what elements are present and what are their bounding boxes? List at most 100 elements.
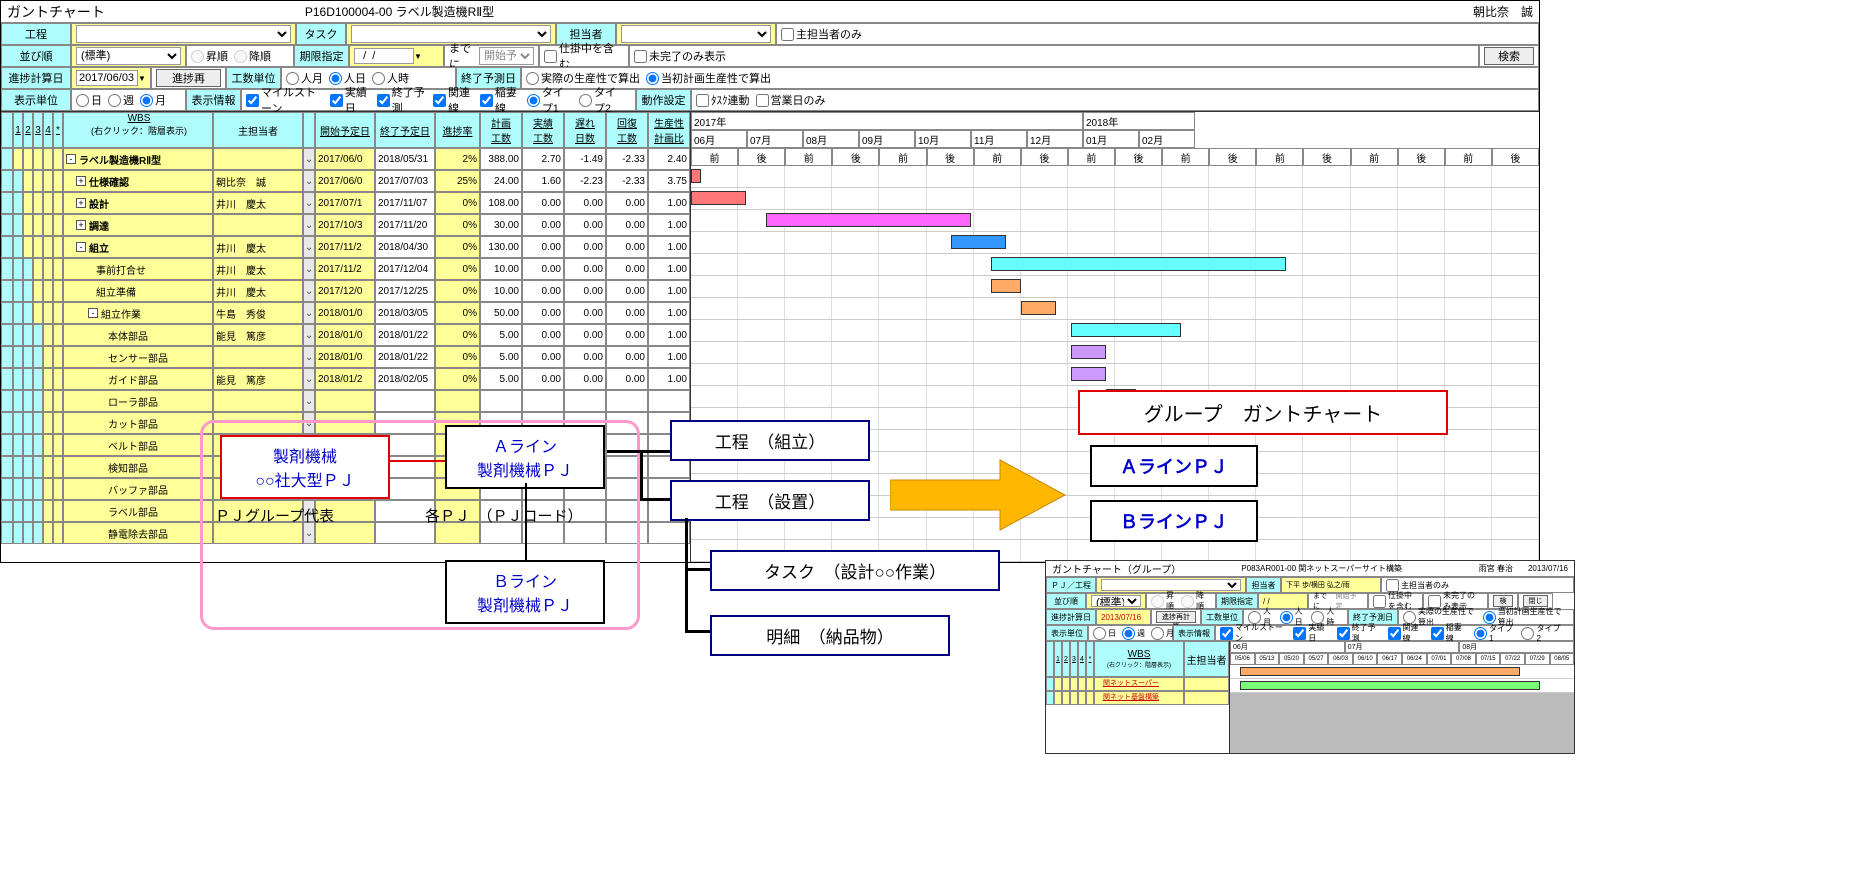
dropdown-icon[interactable]: ⌄ [303, 302, 315, 324]
tree-toggle-icon[interactable]: - [88, 308, 98, 318]
wbs-header-link[interactable]: WBS [128, 113, 151, 124]
table-row[interactable]: ローラ部品⌄ [1, 390, 690, 412]
table-row[interactable]: -組立井川 慶太⌄2017/11/22018/04/300%130.000.00… [1, 236, 690, 258]
radio-desc[interactable]: 降順 [234, 48, 271, 64]
group-gantt-label: グループ ガントチャート [1078, 390, 1448, 435]
gantt-bar[interactable] [691, 169, 701, 183]
radio-asc[interactable]: 昇順 [191, 48, 228, 64]
input-shincho-date[interactable] [76, 70, 138, 86]
dropdown-icon[interactable]: ⌄ [303, 236, 315, 258]
box-group-rep: 製剤機械 ○○社大型ＰＪ [220, 435, 390, 499]
dropdown-icon[interactable]: ⌄ [303, 192, 315, 214]
dropdown-icon[interactable]: ⌄ [303, 214, 315, 236]
col-tanto: 主担当者 [213, 112, 303, 148]
mini-table-row[interactable]: 関ネット基盤構築 [1046, 691, 1229, 705]
a-line-pj-label: ＡラインＰＪ [1090, 445, 1258, 487]
timeline-row [691, 232, 1539, 254]
dropdown-icon[interactable]: ⌄ [303, 346, 315, 368]
dropdown-icon[interactable]: ⌄ [303, 148, 315, 170]
col-keikaku[interactable]: 計画 工数 [491, 115, 511, 145]
box-a-line: Ａライン 製剤機械ＰＪ [445, 425, 605, 489]
table-row[interactable]: センサー部品⌄2018/01/02018/01/220%5.000.000.00… [1, 346, 690, 368]
large-arrow-icon [890, 455, 1070, 535]
col-prog[interactable]: 進捗率 [443, 123, 473, 138]
col-okure[interactable]: 遅れ 日数 [575, 115, 595, 145]
caption-pjcode: 各ＰＪ （ＰＪコード） [425, 505, 583, 526]
col-end[interactable]: 終了予定日 [380, 123, 430, 138]
label-sort: 並び順 [1, 45, 71, 67]
gantt-bar[interactable] [1071, 367, 1106, 381]
table-row[interactable]: ガイド部品能見 篤彦⌄2018/01/22018/02/050%5.000.00… [1, 368, 690, 390]
tree-toggle-icon[interactable]: + [76, 176, 86, 186]
check-main-tanto-only[interactable]: 主担当者のみ [781, 26, 862, 42]
radio-tosho[interactable]: 当初計画生産性で算出 [646, 70, 771, 86]
titlebar: ガントチャート P16D100004-00 ラベル製造機RⅡ型 朝比奈 誠 [1, 1, 1539, 23]
radio-tsuki[interactable]: 月 [140, 92, 166, 108]
gantt-bar[interactable] [766, 213, 971, 227]
dropdown-icon[interactable]: ⌄ [303, 170, 315, 192]
level-header-4[interactable]: 4 [43, 112, 53, 148]
gantt-bar[interactable] [1071, 323, 1181, 337]
radio-hi[interactable]: 日 [76, 92, 102, 108]
tree-toggle-icon[interactable]: - [76, 242, 86, 252]
tree-toggle-icon[interactable]: - [66, 154, 76, 164]
tree-toggle-icon[interactable]: + [76, 220, 86, 230]
table-row[interactable]: +設計井川 慶太⌄2017/07/12017/11/070%108.000.00… [1, 192, 690, 214]
input-period-date[interactable] [354, 48, 414, 64]
dropdown-icon[interactable]: ⌄ [303, 280, 315, 302]
dropdown-icon[interactable]: ⌄ [303, 324, 315, 346]
level-header-3[interactable]: 3 [33, 112, 43, 148]
dropdown-icon[interactable]: ⌄ [303, 390, 315, 412]
dropdown-icon[interactable]: ⌄ [303, 258, 315, 280]
box-kotei2: 工程 （設置） [670, 480, 870, 521]
table-row[interactable]: -組立作業牛島 秀俊⌄2018/01/02018/03/050%50.000.0… [1, 302, 690, 324]
search-button[interactable]: 検索 [1484, 47, 1534, 65]
box-kotei1: 工程 （組立） [670, 420, 870, 461]
level-header-2[interactable]: 2 [23, 112, 33, 148]
toolbar-row-1: 工程 タスク 担当者 主担当者のみ [1, 23, 1539, 45]
connector-line [525, 483, 527, 560]
label-shincho: 進捗計算日 [1, 67, 71, 89]
check-eigyobi[interactable]: 営業日のみ [756, 92, 826, 108]
select-tanto[interactable] [621, 25, 771, 43]
table-row[interactable]: +仕様確認朝比奈 誠⌄2017/06/02017/07/0325%24.001.… [1, 170, 690, 192]
timeline-row [691, 254, 1539, 276]
dropdown-icon[interactable]: ⌄ [303, 368, 315, 390]
check-mikanryo[interactable]: 未完了のみ表示 [634, 48, 726, 64]
mini-code: P083AR001-00 関ネットスーパーサイト構築 [1241, 563, 1402, 574]
gantt-bar[interactable] [691, 191, 746, 205]
mini-user: 雨宮 春治 [1479, 563, 1513, 574]
col-jisseki[interactable]: 実績 工数 [533, 115, 553, 145]
toolbar-row-3: 進捗計算日 ▼ 進捗再計算 工数単位 人月 人日 人時 終了予測日 実際の生産性… [1, 67, 1539, 89]
label-kotei: 工程 [1, 23, 71, 45]
label-hyoji: 表示単位 [1, 89, 71, 111]
gantt-bar[interactable] [991, 257, 1286, 271]
col-kaifuku[interactable]: 回復 工数 [617, 115, 637, 145]
tree-toggle-icon[interactable]: + [76, 198, 86, 208]
mini-table-row[interactable]: 関ネットスーパー [1046, 677, 1229, 691]
recalc-button[interactable]: 進捗再計算 [156, 69, 221, 87]
col-start[interactable]: 開始予定日 [320, 123, 370, 138]
gantt-bar[interactable] [991, 279, 1021, 293]
table-row[interactable]: 組立準備井川 慶太⌄2017/12/02017/12/250%10.000.00… [1, 280, 690, 302]
box-b-line: Ｂライン 製剤機械ＰＪ [445, 560, 605, 624]
mini-gantt-window: ガントチャート（グループ） P083AR001-00 関ネットスーパーサイト構築… [1045, 560, 1575, 754]
table-row[interactable]: 事前打合せ井川 慶太⌄2017/11/22017/12/040%10.000.0… [1, 258, 690, 280]
level-header-*[interactable]: * [53, 112, 63, 148]
check-task-rendo[interactable]: ﾀｽｸ連動 [696, 92, 750, 108]
select-sort[interactable]: (標準) [76, 47, 181, 65]
wbs-hint: (右クリック：階層表示) [91, 124, 187, 137]
table-row[interactable]: +調達⌄2017/10/32017/11/200%30.000.000.000.… [1, 214, 690, 236]
select-kotei[interactable] [76, 25, 291, 43]
col-seisan[interactable]: 生産性 計画比 [654, 115, 684, 145]
gantt-bar[interactable] [1071, 345, 1106, 359]
b-line-pj-label: ＢラインＰＪ [1090, 500, 1258, 542]
table-row[interactable]: -ラベル製造機RⅡ型⌄2017/06/02018/05/312%388.002.… [1, 148, 690, 170]
table-row[interactable]: 本体部品能見 篤彦⌄2018/01/02018/01/220%5.000.000… [1, 324, 690, 346]
label-task: タスク [296, 23, 346, 45]
level-header-1[interactable]: 1 [13, 112, 23, 148]
select-start-plan[interactable]: 開始予定 [479, 47, 534, 65]
radio-shu[interactable]: 週 [108, 92, 134, 108]
gantt-bar[interactable] [1021, 301, 1056, 315]
gantt-bar[interactable] [951, 235, 1006, 249]
